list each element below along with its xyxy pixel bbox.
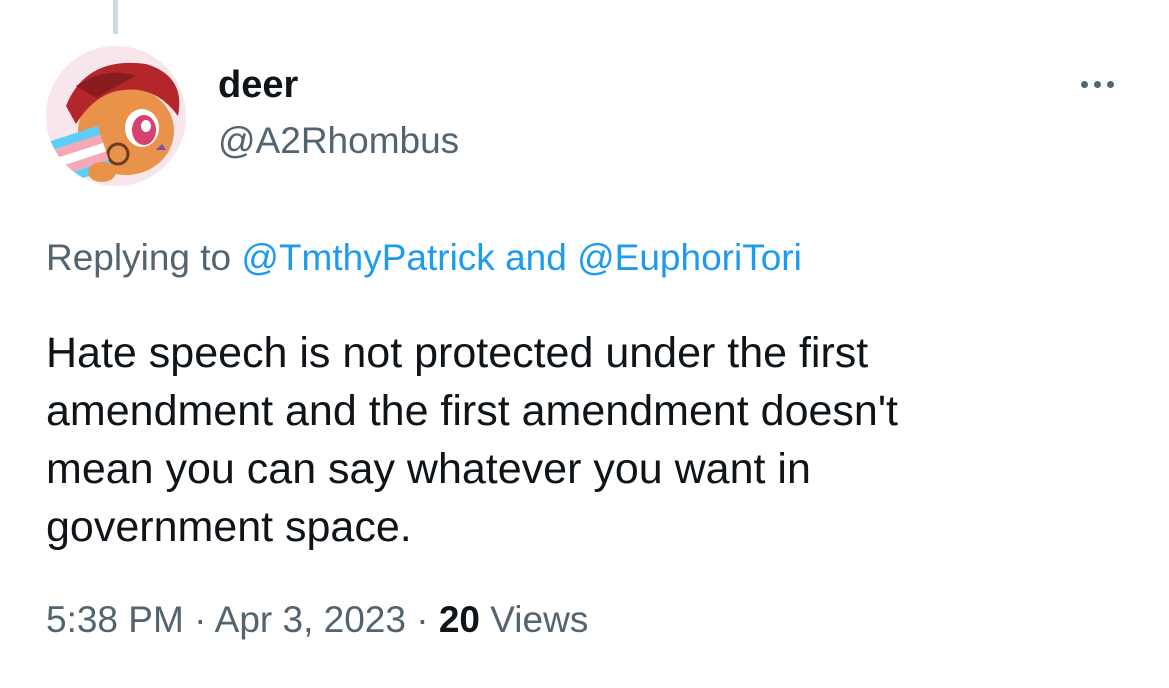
replying-to-label: Replying to [46,237,232,278]
author-handle[interactable]: @A2Rhombus [218,118,459,164]
more-dot-icon [1093,80,1101,88]
mention-conjunction[interactable]: and [505,237,567,278]
replying-to-line: Replying to @TmthyPatrick and @EuphoriTo… [46,234,802,282]
mention-link-euphoritori[interactable]: @EuphoriTori [577,237,802,278]
tweet-metadata: 5:38 PM · Apr 3, 2023 · 20 Views [46,596,588,644]
more-dot-icon [1080,80,1088,88]
mention-link-tmthypatrick[interactable]: @TmthyPatrick [241,237,494,278]
thread-connector-line [113,0,118,34]
tweet-body: Hate speech is not protected under the f… [46,324,1106,556]
more-dot-icon [1106,80,1114,88]
meta-separator: · [194,599,207,640]
tweet-text-line: Hate speech is not protected under the f… [46,329,869,377]
tweet-text-line: amendment and the first amendment doesn'… [46,387,898,435]
tweet-date[interactable]: Apr 3, 2023 [215,599,406,640]
avatar[interactable] [46,46,186,186]
meta-separator: · [416,599,429,640]
author-display-name[interactable]: deer [218,62,298,108]
tweet-time[interactable]: 5:38 PM [46,599,184,640]
pony-avatar-icon [46,46,186,186]
views-label: Views [490,599,589,640]
tweet-text-line: government space. [46,503,412,551]
views-count: 20 [438,599,481,640]
more-options-button[interactable] [1068,66,1126,102]
tweet-text-line: mean you can say whatever you want in [46,445,811,493]
